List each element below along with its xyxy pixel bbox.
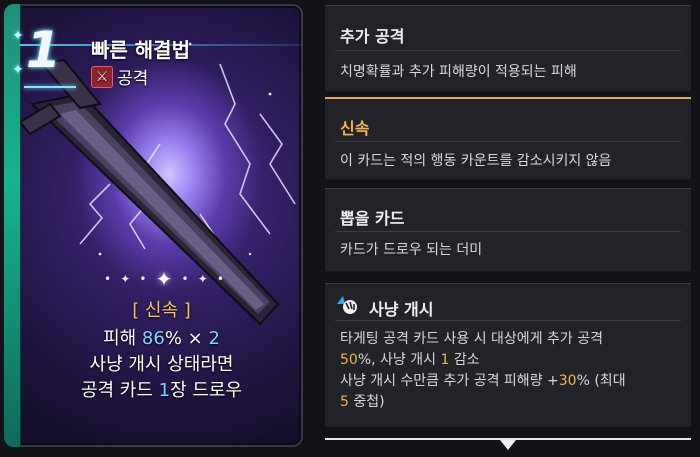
tooltip-separator bbox=[335, 231, 681, 232]
sparkle-icon: ✦ bbox=[12, 28, 24, 44]
scroll-down-icon[interactable] bbox=[500, 440, 516, 450]
tooltip-desc: 치명확률과 추가 피해량이 적용되는 피해 bbox=[340, 64, 577, 80]
hunt-description: 타게팅 공격 카드 사용 시 대상에게 추가 공격 50%, 사냥 개시 1 감… bbox=[340, 329, 685, 413]
sparkle-icon: ✦ bbox=[12, 62, 24, 78]
cost-underline bbox=[24, 86, 76, 88]
tooltip-extra-attack: 추가 공격 치명확률과 추가 피해량이 적용되는 피해 bbox=[325, 5, 691, 92]
tooltip-separator bbox=[335, 50, 681, 51]
skill-card[interactable]: ✦ ✦ 1 빠른 해결법 ⚔ 공격 • ✦ • ✦ • ✦ • [ 신속 ] 피해 86… bbox=[4, 4, 303, 447]
tooltip-separator bbox=[335, 141, 681, 142]
hunt-claw-icon bbox=[337, 296, 357, 314]
tooltip-title: 신속 bbox=[340, 119, 370, 138]
tooltip-title: 추가 공격 bbox=[340, 27, 405, 46]
card-keyword: [ 신속 ] bbox=[132, 300, 191, 321]
card-type-label: 공격 bbox=[117, 69, 149, 89]
crossed-swords-icon: ⚔ bbox=[91, 65, 113, 88]
card-draw-line: 공격 카드 1장 드로우 bbox=[80, 380, 243, 401]
tooltip-desc: 카드가 드로우 되는 더미 bbox=[340, 242, 483, 258]
tooltip-title: 사냥 개시 bbox=[369, 300, 434, 319]
card-title: 빠른 해결법 bbox=[91, 38, 190, 62]
star-ornament-icon: ✦ bbox=[155, 267, 173, 291]
card-ornament-divider: • ✦ • ✦ • ✦ • bbox=[104, 267, 224, 291]
tooltip-swift: 신속 이 카드는 적의 행동 카운트를 감소시키지 않음 bbox=[325, 97, 691, 180]
tooltip-desc: 이 카드는 적의 행동 카운트를 감소시키지 않음 bbox=[340, 153, 612, 169]
hunt-line-2: 50%, 사냥 개시 1 감소 bbox=[340, 352, 480, 368]
card-condition-line: 사냥 개시 상태라면 bbox=[89, 354, 234, 375]
tooltip-draw-pile: 뽑을 카드 카드가 드로우 되는 더미 bbox=[325, 188, 691, 272]
hunt-line-3: 사냥 개시 수만큼 추가 공격 피해량 +30% (최대 bbox=[340, 373, 626, 389]
tooltip-separator bbox=[335, 320, 681, 321]
card-damage-line: 피해 86% × 2 bbox=[103, 328, 220, 349]
card-cost: 1 bbox=[26, 21, 61, 79]
card-type: ⚔ 공격 bbox=[91, 64, 148, 89]
hunt-line-4: 5 중첩) bbox=[340, 394, 385, 410]
tooltip-title: 뽑을 카드 bbox=[340, 209, 405, 228]
hunt-line-1: 타게팅 공격 카드 사용 시 대상에게 추가 공격 bbox=[340, 331, 603, 347]
tooltip-hunt-start: 사냥 개시 타게팅 공격 카드 사용 시 대상에게 추가 공격 50%, 사냥 … bbox=[325, 283, 691, 427]
